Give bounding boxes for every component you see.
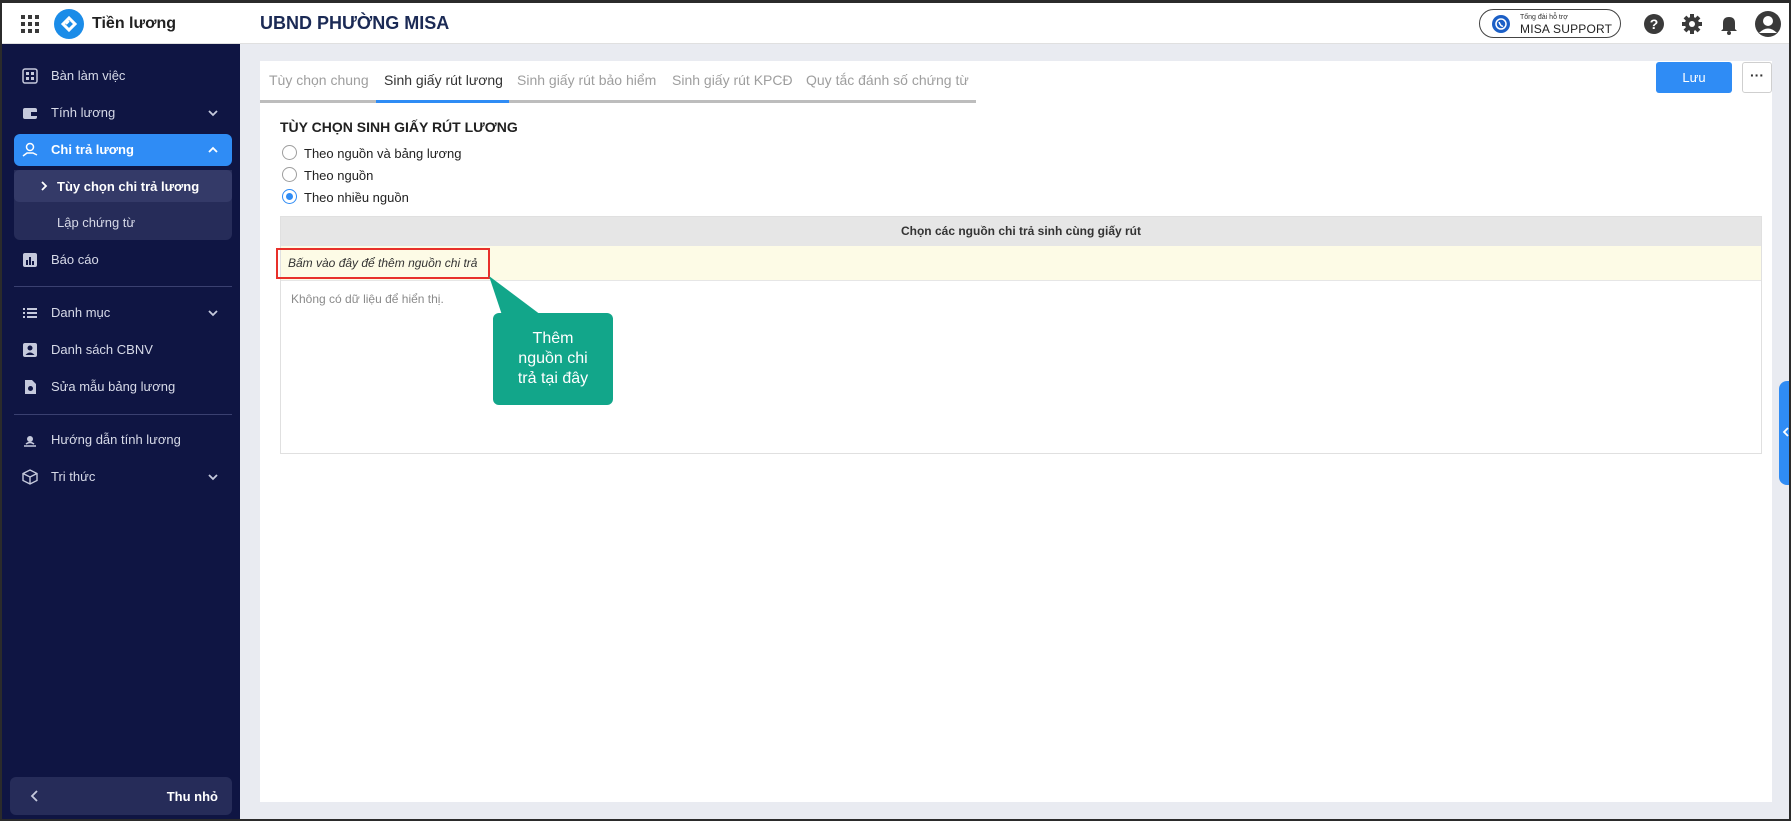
section-title: TÙY CHỌN SINH GIẤY RÚT LƯƠNG: [280, 119, 518, 135]
tab-bar: Tùy chọn chung Sinh giấy rút lương Sinh …: [260, 61, 976, 103]
chevron-up-icon: [208, 146, 218, 153]
sidebar-item-label: Danh sách CBNV: [51, 342, 153, 357]
radio-button-selected[interactable]: [282, 189, 297, 204]
instruction-callout: Thêm nguồn chi trả tại đây: [493, 313, 613, 405]
callout-line: trả tại đây: [517, 370, 589, 387]
add-payment-source-link[interactable]: Bấm vào đây để thêm nguồn chi trả: [276, 248, 490, 279]
id-card-icon: [23, 343, 37, 357]
dashboard-icon: [22, 68, 38, 84]
radio-label: Theo nguồn và bảng lương: [304, 146, 462, 161]
callout-line: Thêm: [532, 330, 574, 347]
tab-salary-withdrawal[interactable]: Sinh giấy rút lương: [384, 72, 503, 88]
template-icon: [25, 380, 36, 394]
app-name[interactable]: Tiền lương: [92, 15, 176, 33]
radio-button[interactable]: [282, 145, 297, 160]
sidebar-subitem-create-voucher[interactable]: Lập chứng từ: [14, 206, 232, 238]
active-tab-indicator: [376, 100, 509, 103]
bell-icon[interactable]: [1717, 12, 1741, 36]
wallet-icon: [23, 108, 37, 119]
tab-voucher-numbering[interactable]: Quy tắc đánh số chứng từ: [806, 72, 969, 88]
phone-icon: [1492, 15, 1510, 33]
callout-pointer: [489, 276, 545, 318]
sidebar-item-label: Chi trả lương: [51, 142, 134, 157]
chevron-left-icon: [30, 790, 38, 802]
chevron-down-icon: [208, 310, 218, 317]
support-hotline-button[interactable]: Tổng đài hỗ trợ MISA SUPPORT: [1479, 9, 1621, 38]
radio-label: Theo nhiều nguồn: [304, 190, 409, 205]
sidebar-subitem-label: Tùy chọn chi trả lương: [57, 179, 200, 194]
payout-icon: [22, 142, 38, 157]
sidebar-divider: [14, 286, 232, 287]
top-header: Tiền lương UBND PHƯỜNG MISA Tổng đài hỗ …: [2, 3, 1789, 44]
sidebar-item-label: Tính lương: [51, 105, 116, 120]
app-window: Tiền lương UBND PHƯỜNG MISA Tổng đài hỗ …: [0, 0, 1791, 821]
help-icon[interactable]: ?: [1642, 12, 1666, 36]
sidebar-subitem-payment-options[interactable]: Tùy chọn chi trả lương: [14, 170, 232, 202]
sidebar-item-label: Báo cáo: [51, 252, 99, 267]
sidebar-item-reports[interactable]: Báo cáo: [14, 244, 232, 276]
radio-label: Theo nguồn: [304, 168, 374, 183]
guide-icon: [24, 436, 36, 447]
grid-header: Chọn các nguồn chi trả sinh cùng giấy rú…: [281, 217, 1761, 246]
support-caption: Tổng đài hỗ trợ: [1520, 14, 1568, 21]
callout-line: nguồn chi: [518, 350, 588, 367]
sidebar: Bàn làm việc Tính lương Chi trả lương Tù…: [2, 44, 240, 819]
app-logo-icon: [54, 9, 84, 39]
report-icon: [23, 253, 37, 267]
sidebar-item-dashboard[interactable]: Bàn làm việc: [14, 60, 232, 92]
side-panel-toggle[interactable]: [1779, 381, 1789, 485]
user-avatar-icon[interactable]: [1754, 10, 1782, 38]
chevron-down-icon: [208, 474, 218, 481]
sidebar-subitem-label: Lập chứng từ: [57, 215, 136, 230]
apps-grid-icon[interactable]: [21, 15, 39, 33]
list-icon: [23, 308, 37, 318]
sidebar-item-edit-template[interactable]: Sửa mẫu bảng lương: [14, 371, 232, 403]
sidebar-item-payroll[interactable]: Tính lương: [14, 97, 232, 129]
sidebar-item-employees[interactable]: Danh sách CBNV: [14, 334, 232, 366]
sidebar-item-catalog[interactable]: Danh mục: [14, 297, 232, 329]
gear-icon[interactable]: [1680, 12, 1704, 36]
organization-name: UBND PHƯỜNG MISA: [260, 13, 450, 33]
empty-message: Không có dữ liệu để hiển thị.: [291, 292, 444, 306]
radio-button[interactable]: [282, 167, 297, 182]
chevron-left-icon: [1782, 427, 1789, 437]
sidebar-item-label: Tri thức: [51, 469, 96, 484]
sidebar-item-guide[interactable]: Hướng dẫn tính lương: [14, 424, 232, 456]
support-label: MISA SUPPORT: [1520, 22, 1613, 36]
sidebar-collapse-button[interactable]: Thu nhỏ: [10, 777, 232, 815]
tab-union-fee-withdrawal[interactable]: Sinh giấy rút KPCĐ: [672, 72, 793, 88]
tab-insurance-withdrawal[interactable]: Sinh giấy rút bảo hiểm: [517, 72, 656, 88]
knowledge-icon: [22, 469, 38, 485]
svg-text:?: ?: [1650, 16, 1659, 32]
chevron-down-icon: [208, 110, 218, 117]
sidebar-item-label: Bàn làm việc: [51, 68, 126, 83]
sidebar-item-label: Hướng dẫn tính lương: [51, 432, 181, 447]
chevron-right-icon: [41, 181, 48, 191]
sidebar-item-knowledge[interactable]: Tri thức: [14, 461, 232, 493]
sidebar-item-label: Danh mục: [51, 305, 111, 320]
sidebar-item-salary-payment[interactable]: Chi trả lương: [14, 134, 232, 166]
sidebar-divider: [14, 414, 232, 415]
sidebar-item-label: Sửa mẫu bảng lương: [51, 379, 176, 394]
save-button[interactable]: Lưu: [1656, 62, 1732, 93]
collapse-label: Thu nhỏ: [166, 789, 218, 804]
tab-general-options[interactable]: Tùy chọn chung: [269, 72, 369, 88]
more-options-button[interactable]: ···: [1742, 62, 1772, 93]
sidebar-submenu: Tùy chọn chi trả lương Lập chứng từ: [14, 170, 232, 240]
